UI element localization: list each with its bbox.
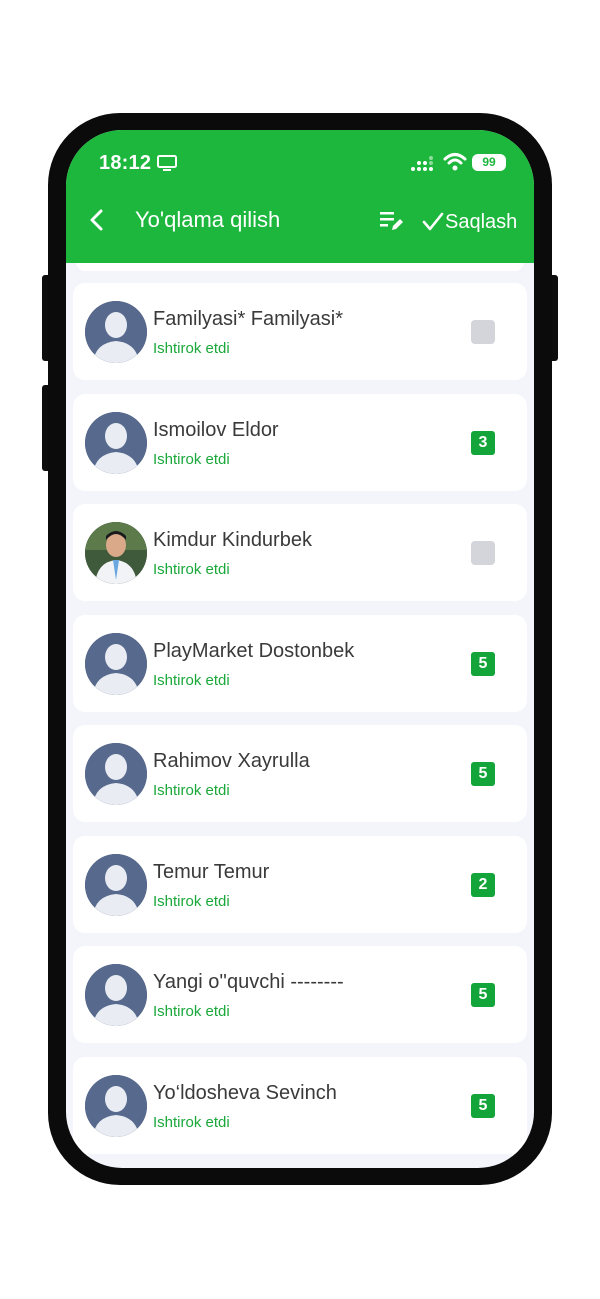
student-card[interactable]: Kimdur Kindurbek Ishtirok etdi xyxy=(73,504,527,601)
grade-badge[interactable]: 5 xyxy=(471,983,495,1007)
save-label: Saqlash xyxy=(445,210,518,233)
student-name: Rahimov Xayrulla xyxy=(153,750,310,772)
app-screen: 18:12 99 Yo'qlama qilish Saqlash Familya… xyxy=(66,130,534,1168)
attendance-status: Ishtirok etdi xyxy=(153,561,230,578)
student-card[interactable]: Yo‘ldosheva Sevinch Ishtirok etdi 5 xyxy=(73,1057,527,1154)
wifi-icon xyxy=(443,153,467,171)
edit-list-icon[interactable] xyxy=(379,209,405,233)
battery-indicator: 99 xyxy=(472,154,506,171)
attendance-status: Ishtirok etdi xyxy=(153,340,230,357)
default-avatar-icon xyxy=(85,301,147,363)
student-name: Temur Temur xyxy=(153,861,270,883)
student-name: Ismoilov Eldor xyxy=(153,419,279,441)
default-avatar-icon xyxy=(85,412,147,474)
student-name: Familyasi* Familyasi* xyxy=(153,308,344,330)
grade-badge[interactable]: 5 xyxy=(471,762,495,786)
grade-checkbox[interactable] xyxy=(471,541,495,565)
student-photo-avatar xyxy=(85,522,147,584)
previous-card-edge xyxy=(76,263,524,271)
attendance-status: Ishtirok etdi xyxy=(153,782,230,799)
student-name: Yangi o''quvchi -------- xyxy=(153,971,344,993)
grade-checkbox[interactable] xyxy=(471,320,495,344)
student-card[interactable]: Rahimov Xayrulla Ishtirok etdi 5 xyxy=(73,725,527,822)
student-card[interactable]: Yangi o''quvchi -------- Ishtirok etdi 5 xyxy=(73,946,527,1043)
student-name: Yo‘ldosheva Sevinch xyxy=(153,1082,337,1104)
attendance-status: Ishtirok etdi xyxy=(153,451,230,468)
student-card[interactable]: Ismoilov Eldor Ishtirok etdi 3 xyxy=(73,394,527,491)
attendance-status: Ishtirok etdi xyxy=(153,1003,230,1020)
student-card[interactable]: Temur Temur Ishtirok etdi 2 xyxy=(73,836,527,933)
screen-cast-icon xyxy=(157,155,177,171)
signal-icon xyxy=(411,156,433,171)
default-avatar-icon xyxy=(85,964,147,1026)
page-title: Yo'qlama qilish xyxy=(135,207,281,232)
student-name: Kimdur Kindurbek xyxy=(153,529,312,551)
grade-badge[interactable]: 2 xyxy=(471,873,495,897)
save-button[interactable]: Saqlash xyxy=(422,207,517,237)
default-avatar-icon xyxy=(85,854,147,916)
default-avatar-icon xyxy=(85,633,147,695)
student-name: PlayMarket Dostonbek xyxy=(153,640,355,662)
attendance-status: Ishtirok etdi xyxy=(153,672,230,689)
default-avatar-icon xyxy=(85,1075,147,1137)
student-card[interactable]: Familyasi* Familyasi* Ishtirok etdi xyxy=(73,283,527,380)
app-header: 18:12 99 Yo'qlama qilish Saqlash xyxy=(66,130,534,263)
status-time: 18:12 xyxy=(99,152,152,174)
attendance-status: Ishtirok etdi xyxy=(153,1114,230,1131)
back-arrow-icon[interactable] xyxy=(88,208,106,232)
attendance-status: Ishtirok etdi xyxy=(153,893,230,910)
grade-badge[interactable]: 3 xyxy=(471,431,495,455)
checkmark-icon xyxy=(422,212,444,231)
student-list[interactable]: Familyasi* Familyasi* Ishtirok etdi Ismoi… xyxy=(66,263,534,1168)
student-card[interactable]: PlayMarket Dostonbek Ishtirok etdi 5 xyxy=(73,615,527,712)
grade-badge[interactable]: 5 xyxy=(471,652,495,676)
default-avatar-icon xyxy=(85,743,147,805)
grade-badge[interactable]: 5 xyxy=(471,1094,495,1118)
